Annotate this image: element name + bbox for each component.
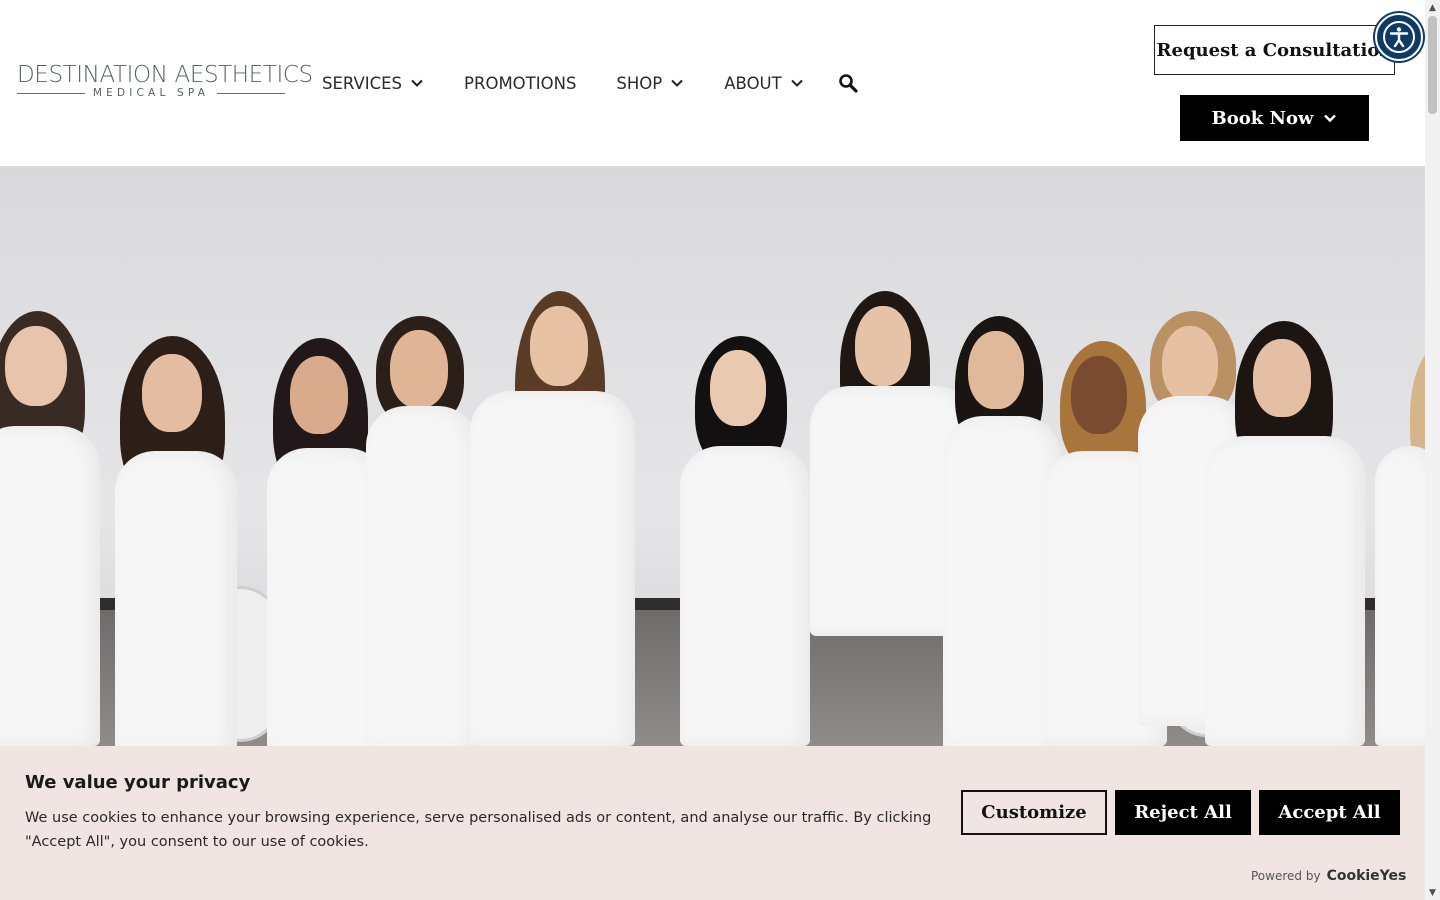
logo-sub-row: MEDICAL SPA — [17, 87, 286, 99]
chevron-down-icon — [1324, 114, 1337, 123]
nav-item-promotions[interactable]: PROMOTIONS — [464, 74, 576, 93]
person-figure — [455, 291, 640, 746]
logo-main-text: DESTINATION AESTHETICS — [17, 62, 313, 88]
nav-item-label: PROMOTIONS — [464, 73, 577, 93]
accessibility-icon[interactable] — [1375, 13, 1423, 61]
search-icon[interactable] — [838, 73, 858, 93]
person-figure — [105, 336, 245, 746]
nav-item-about[interactable]: ABOUT — [724, 74, 803, 93]
logo-divider-left — [17, 92, 85, 94]
hero-image — [0, 166, 1425, 746]
scroll-down-arrow-icon[interactable]: ▼ — [1425, 885, 1440, 900]
person-figure — [1365, 346, 1425, 746]
person-figure — [660, 336, 820, 746]
nav-item-label: SHOP — [616, 73, 663, 93]
book-now-button[interactable]: Book Now — [1180, 95, 1369, 141]
person-figure — [0, 311, 105, 746]
cookieyes-logo: CookieYes — [1326, 868, 1407, 884]
scroll-up-arrow-icon[interactable]: ▲ — [1425, 0, 1440, 15]
logo-divider-right — [217, 92, 286, 94]
nav-item-services[interactable]: SERVICES — [322, 74, 424, 93]
chevron-down-icon — [671, 79, 683, 87]
customize-button[interactable]: Customize — [961, 790, 1107, 835]
chevron-down-icon — [411, 79, 423, 87]
logo-sub-text: MEDICAL SPA — [92, 87, 210, 99]
nav-item-shop[interactable]: SHOP — [616, 74, 684, 93]
accept-all-button[interactable]: Accept All — [1259, 790, 1400, 835]
reject-all-button[interactable]: Reject All — [1115, 790, 1251, 835]
site-header: DESTINATION AESTHETICS MEDICAL SPA SERVI… — [0, 0, 1425, 166]
powered-by-label: Powered by — [1251, 869, 1321, 883]
page-scrollbar[interactable]: ▲ ▼ — [1425, 0, 1440, 900]
powered-by[interactable]: Powered by CookieYes — [1251, 868, 1406, 884]
main-nav: SERVICES PROMOTIONS SHOP ABOUT — [322, 70, 858, 96]
nav-item-label: ABOUT — [724, 73, 782, 93]
nav-item-label: SERVICES — [322, 73, 403, 93]
request-consultation-button[interactable]: Request a Consultation — [1154, 25, 1395, 75]
cookie-description: We use cookies to enhance your browsing … — [25, 810, 932, 850]
scrollbar-thumb[interactable] — [1428, 16, 1437, 114]
site-logo[interactable]: DESTINATION AESTHETICS MEDICAL SPA — [17, 62, 313, 102]
person-figure — [1195, 321, 1370, 746]
chevron-down-icon — [791, 79, 803, 87]
cookie-title: We value your privacy — [25, 772, 251, 793]
book-now-label: Book Now — [1211, 107, 1314, 129]
